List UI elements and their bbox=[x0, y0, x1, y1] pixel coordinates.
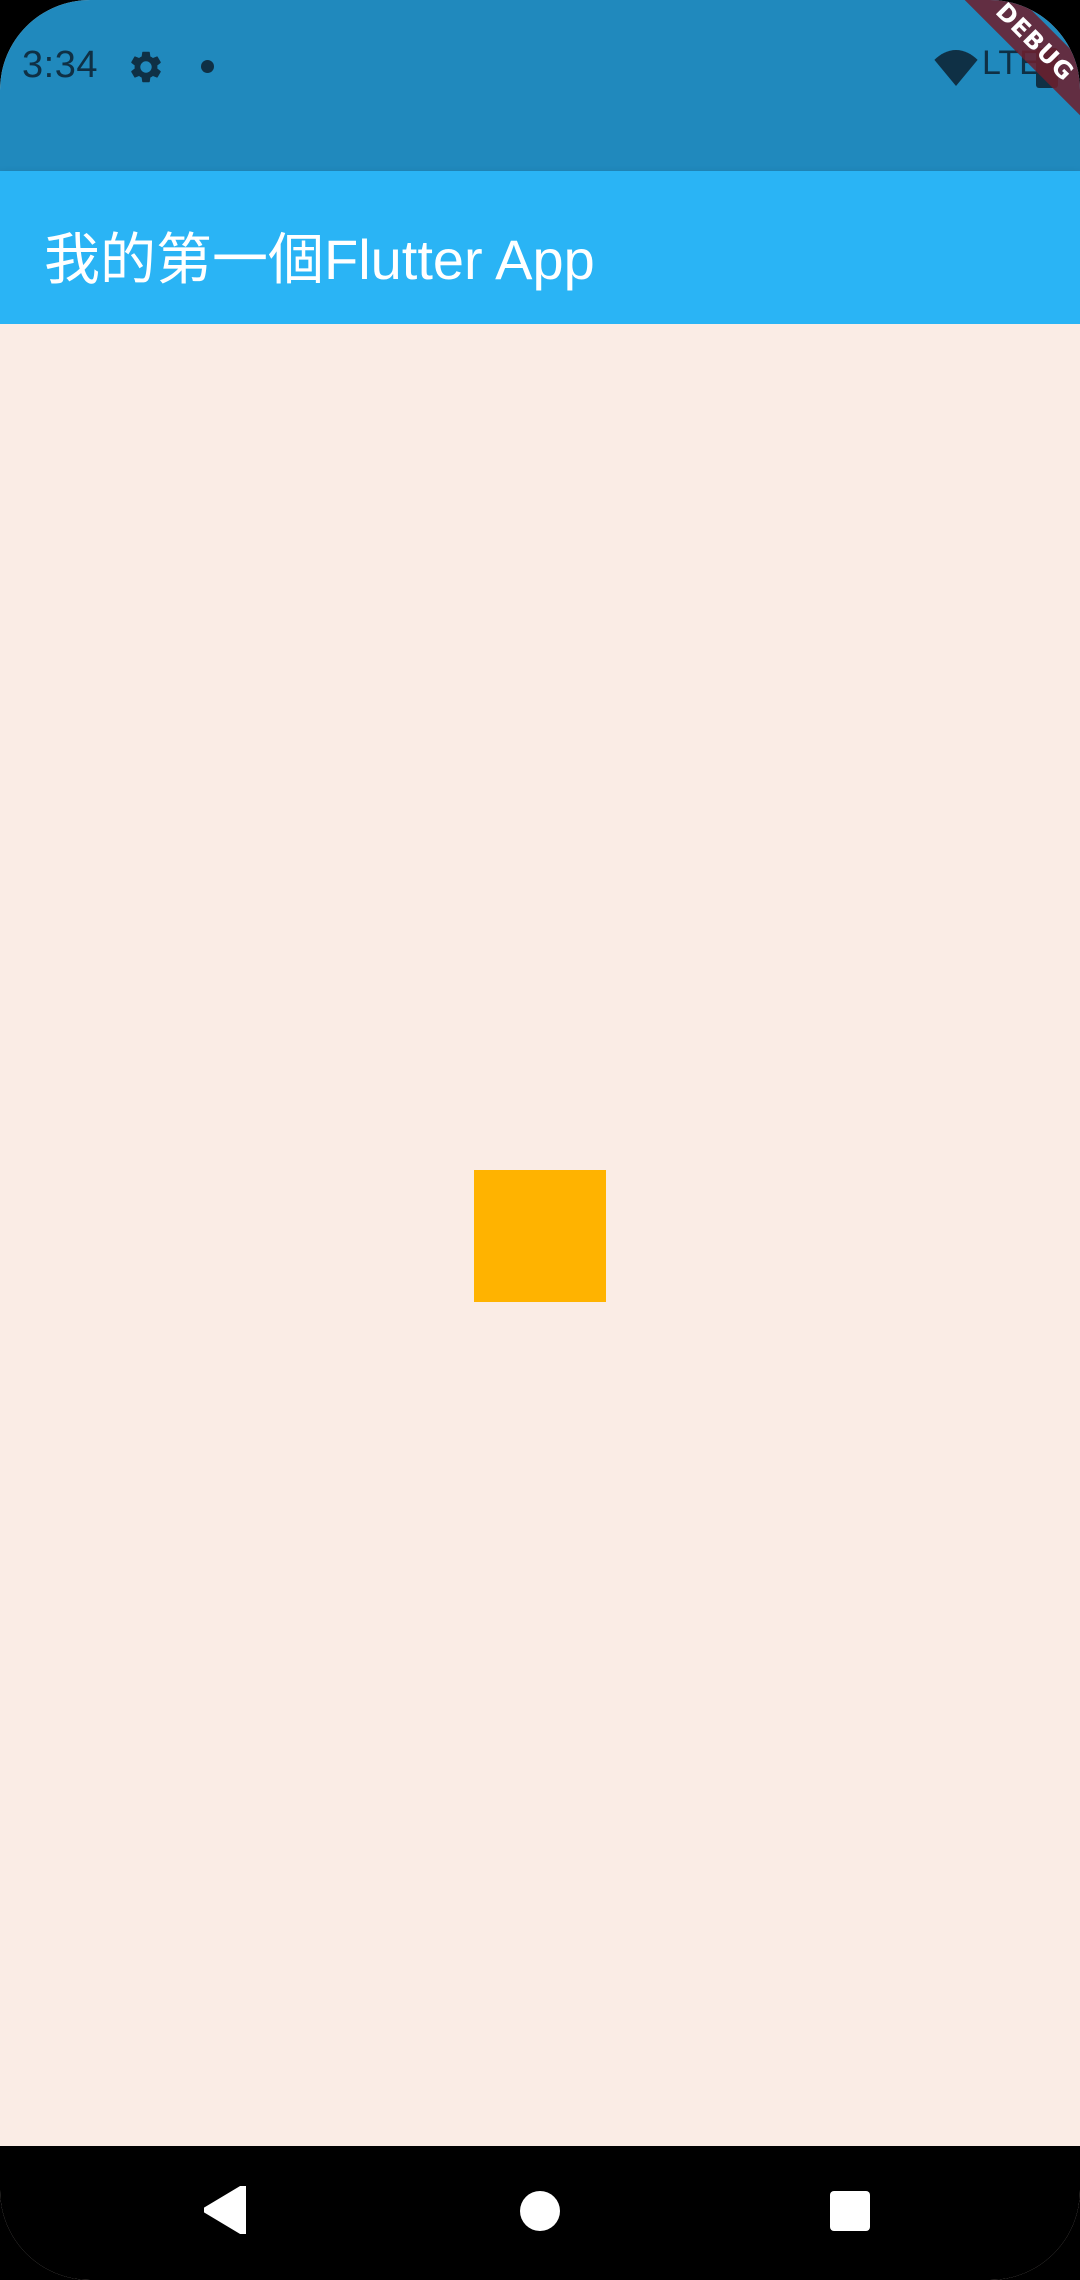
navigation-bar bbox=[0, 2146, 1080, 2280]
status-bar: 3:34 LTE bbox=[0, 0, 1080, 171]
amber-square bbox=[474, 1170, 606, 1302]
content-area bbox=[0, 324, 1080, 2146]
status-time: 3:34 bbox=[22, 44, 98, 86]
app-bar: 我的第一個Flutter App bbox=[0, 171, 1080, 324]
notification-dot-icon bbox=[201, 60, 214, 73]
wifi-icon bbox=[934, 50, 978, 86]
home-icon[interactable] bbox=[520, 2191, 560, 2231]
recents-icon[interactable] bbox=[830, 2191, 870, 2231]
app-title: 我的第一個Flutter App bbox=[44, 228, 595, 291]
gear-icon bbox=[131, 51, 161, 83]
back-icon[interactable] bbox=[204, 2186, 246, 2234]
device-screen: 3:34 LTE DEBUG 我的第一個Flutter App bbox=[0, 0, 1080, 2280]
